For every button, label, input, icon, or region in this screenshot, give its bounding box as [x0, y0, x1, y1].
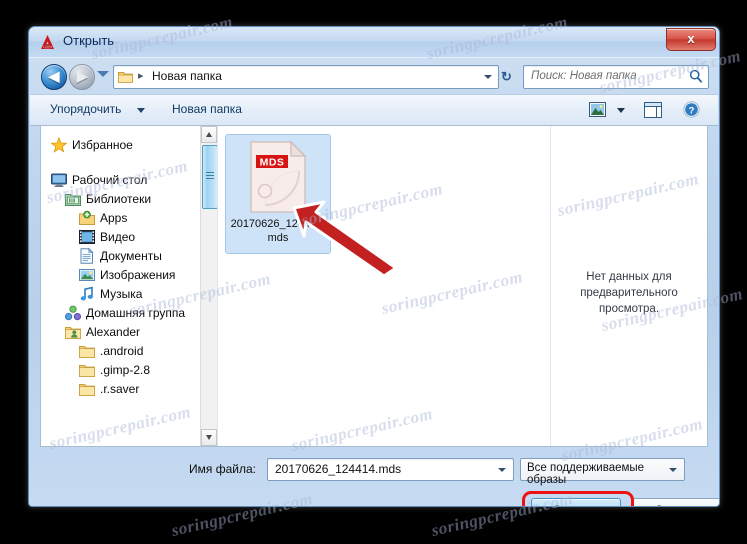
list-item[interactable]: MDS 20170626_124414. mds [225, 134, 331, 254]
folder-icon [79, 343, 95, 359]
open-button[interactable]: Открыть [531, 498, 621, 507]
user-folder-icon [65, 324, 81, 340]
sidebar-item-label: Библиотеки [86, 192, 151, 206]
sidebar-item-4[interactable]: Видео [41, 227, 217, 246]
alcohol-a-icon: 120% [39, 34, 56, 51]
star-icon [51, 137, 67, 153]
svg-text:?: ? [689, 105, 695, 116]
sidebar-item-label: .r.saver [100, 382, 139, 396]
sidebar-item-label: Музыка [100, 287, 142, 301]
sidebar-item-2[interactable]: Библиотеки [41, 189, 217, 208]
music-icon [79, 286, 95, 302]
folder-tree: Избранное Рабочий стол Библиотеки Apps Видео… [41, 126, 217, 398]
sidebar-item-12[interactable]: .r.saver [41, 379, 217, 398]
sidebar-item-9[interactable]: Alexander [41, 322, 217, 341]
sidebar-item-label: Видео [100, 230, 135, 244]
file-type-value: Все поддерживаемые образы [527, 462, 684, 486]
preview-pane-icon[interactable] [644, 102, 662, 118]
breadcrumb-current-folder[interactable]: Новая папка [152, 69, 222, 83]
search-input[interactable]: Поиск: Новая папка [531, 70, 637, 82]
preview-pane: Нет данных для предварительного просмотр… [551, 126, 707, 446]
view-mode-icon[interactable] [589, 102, 606, 117]
libraries-icon [65, 191, 81, 207]
back-arrow-icon: ◀ [42, 65, 66, 89]
cancel-button[interactable]: Отмена [631, 498, 720, 507]
sidebar-item-10[interactable]: .android [41, 341, 217, 360]
forward-button[interactable]: ▶ [69, 64, 95, 90]
sidebar-item-11[interactable]: .gimp-2.8 [41, 360, 217, 379]
homegroup-icon [65, 305, 81, 321]
organize-chevron-down-icon[interactable] [137, 108, 145, 113]
sidebar-item-label: .gimp-2.8 [100, 363, 150, 377]
sidebar-item-1[interactable]: Рабочий стол [41, 170, 217, 189]
tree-group-spacer [41, 154, 217, 170]
file-type-select[interactable]: Все поддерживаемые образы [520, 458, 685, 481]
folder-icon [79, 381, 95, 397]
apps-folder-icon [79, 210, 95, 226]
file-type-chevron-down-icon[interactable] [669, 468, 677, 472]
sidebar-item-label: Рабочий стол [72, 173, 147, 187]
folder-icon [79, 362, 95, 378]
sidebar-item-0[interactable]: Избранное [41, 135, 217, 154]
dialog-body: Избранное Рабочий стол Библиотеки Apps Видео… [40, 125, 708, 447]
back-button[interactable]: ◀ [41, 64, 67, 90]
sidebar-item-label: Документы [100, 249, 162, 263]
navigation-pane-scrollbar[interactable] [200, 126, 217, 446]
file-name-line1: 20170626_124414. [231, 218, 326, 230]
organize-button[interactable]: Упорядочить [50, 102, 121, 116]
desktop-icon [51, 172, 67, 188]
sidebar-item-3[interactable]: Apps [41, 208, 217, 227]
scroll-up-button[interactable] [201, 126, 217, 143]
svg-text:MDS: MDS [260, 157, 285, 169]
breadcrumb-separator: ▸ [138, 69, 144, 82]
file-name-input[interactable]: 20170626_124414.mds [267, 458, 514, 481]
navigation-bar: ◀ ▶ ▸ Новая папка ↻ Поиск: Новая па [29, 58, 719, 94]
close-button[interactable]: x [666, 28, 716, 51]
tree-top-spacer [41, 126, 217, 135]
svg-text:120%: 120% [43, 45, 53, 49]
new-folder-button[interactable]: Новая папка [172, 102, 242, 116]
address-dropdown-chevron-down-icon[interactable] [484, 75, 492, 79]
folder-icon [118, 70, 133, 83]
window-title: Открыть [63, 33, 114, 48]
screenshot-root: 120% Открыть x ◀ ▶ ▸ [0, 0, 747, 544]
forward-arrow-icon: ▶ [70, 65, 94, 89]
file-name-line2: mds [268, 232, 289, 244]
sidebar-item-label: Apps [100, 211, 127, 225]
title-bar: 120% Открыть x [29, 27, 719, 58]
pictures-icon [79, 267, 95, 283]
address-bar[interactable]: ▸ Новая папка [113, 65, 499, 89]
sidebar-item-6[interactable]: Изображения [41, 265, 217, 284]
open-file-dialog: 120% Открыть x ◀ ▶ ▸ [28, 26, 720, 507]
sidebar-item-5[interactable]: Документы [41, 246, 217, 265]
preview-empty-message: Нет данных для предварительного просмотр… [559, 269, 699, 317]
help-icon[interactable]: ? [683, 101, 700, 118]
file-name-value: 20170626_124414.mds [275, 462, 401, 476]
search-box[interactable]: Поиск: Новая папка [523, 65, 709, 89]
file-name-chevron-down-icon[interactable] [498, 468, 506, 472]
scroll-down-button[interactable] [201, 429, 217, 446]
recent-locations-chevron-down-icon[interactable] [97, 71, 109, 77]
navigation-pane: Избранное Рабочий стол Библиотеки Apps Видео… [41, 126, 218, 446]
list-item-label: 20170626_124414. mds [228, 217, 328, 245]
search-icon [689, 69, 703, 84]
sidebar-item-label: Alexander [86, 325, 140, 339]
refresh-icon[interactable]: ↻ [501, 69, 512, 85]
command-toolbar: Упорядочить Новая папка [30, 94, 718, 126]
sidebar-item-7[interactable]: Музыка [41, 284, 217, 303]
sidebar-item-8[interactable]: Домашняя группа [41, 303, 217, 322]
documents-icon [79, 248, 95, 264]
video-icon [79, 229, 95, 245]
mds-disc-image-icon: MDS [249, 141, 307, 213]
file-name-label: Имя файла: [189, 462, 256, 476]
file-list-pane[interactable]: MDS 20170626_124414. mds [218, 126, 551, 446]
sidebar-item-label: .android [100, 344, 143, 358]
sidebar-item-label: Избранное [72, 138, 133, 152]
sidebar-item-label: Домашняя группа [86, 306, 185, 320]
view-mode-chevron-down-icon[interactable] [617, 108, 625, 113]
sidebar-item-label: Изображения [100, 268, 175, 282]
scrollbar-thumb[interactable] [202, 145, 218, 209]
